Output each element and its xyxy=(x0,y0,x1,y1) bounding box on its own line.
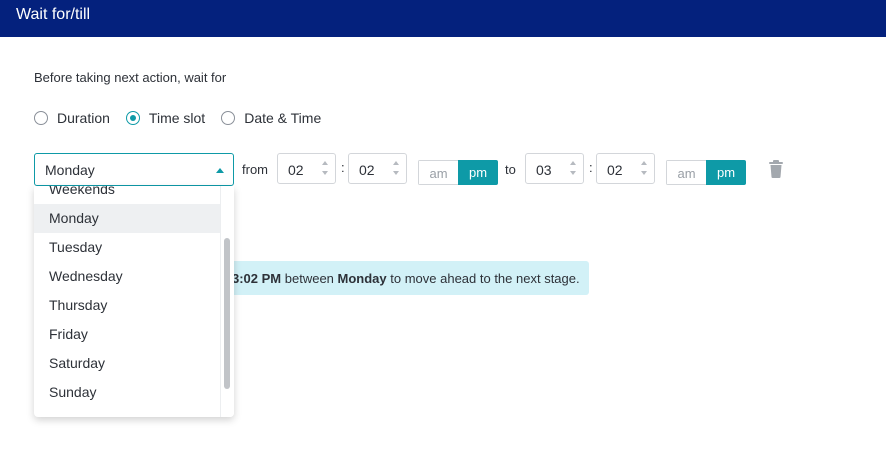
radio-duration[interactable]: Duration xyxy=(34,110,110,126)
dropdown-item-wednesday[interactable]: Wednesday xyxy=(34,262,220,291)
from-pm-option[interactable]: pm xyxy=(458,160,498,185)
from-ampm-toggle: am pm xyxy=(418,160,498,185)
day-select[interactable]: Monday xyxy=(34,153,234,186)
from-hour-value: 02 xyxy=(288,162,304,178)
info-banner: 3:02 PM between Monday to move ahead to … xyxy=(200,261,589,295)
from-label: from xyxy=(242,162,268,177)
trash-icon[interactable] xyxy=(768,160,784,178)
radio-circle xyxy=(34,111,48,125)
from-am-option[interactable]: am xyxy=(418,160,458,185)
dialog-title: Wait for/till xyxy=(16,6,91,23)
radio-label: Time slot xyxy=(148,110,206,126)
chevron-up-icon xyxy=(216,168,224,173)
info-time: 3:02 PM xyxy=(232,271,282,286)
to-pm-option[interactable]: pm xyxy=(706,160,746,185)
to-label: to xyxy=(505,162,516,177)
from-minute-value: 02 xyxy=(359,162,375,178)
time-colon: : xyxy=(589,160,593,175)
radio-date-time[interactable]: Date & Time xyxy=(221,110,321,126)
dialog-header: Wait for/till xyxy=(0,0,886,37)
to-minute-value: 02 xyxy=(607,162,623,178)
dropdown-item-saturday[interactable]: Saturday xyxy=(34,349,220,378)
info-suffix: to move ahead to the next stage. xyxy=(386,271,580,286)
dropdown-item-sunday[interactable]: Sunday xyxy=(34,378,220,407)
day-dropdown-menu: Weekends Monday Tuesday Wednesday Thursd… xyxy=(34,186,234,417)
stepper-arrows-icon[interactable] xyxy=(392,161,400,178)
to-hour-stepper[interactable]: 03 xyxy=(525,153,584,184)
day-select-value: Monday xyxy=(45,162,95,178)
radio-label: Date & Time xyxy=(244,110,322,126)
intro-text: Before taking next action, wait for xyxy=(34,70,227,85)
to-hour-value: 03 xyxy=(536,162,552,178)
radio-circle xyxy=(125,111,140,125)
stepper-arrows-icon[interactable] xyxy=(640,161,648,178)
dropdown-item-thursday[interactable]: Thursday xyxy=(34,291,220,320)
time-colon: : xyxy=(341,160,345,175)
from-minute-stepper[interactable]: 02 xyxy=(348,153,407,184)
wait-type-radio-group: Duration Time slot Date & Time xyxy=(34,110,337,126)
radio-time-slot[interactable]: Time slot xyxy=(125,110,206,126)
info-middle: between xyxy=(281,271,338,286)
dropdown-item-friday[interactable]: Friday xyxy=(34,320,220,349)
to-am-option[interactable]: am xyxy=(666,160,706,185)
radio-label: Duration xyxy=(57,110,110,126)
dropdown-item-monday[interactable]: Monday xyxy=(34,204,220,233)
info-text: 3:02 PM between Monday to move ahead to … xyxy=(232,271,580,286)
radio-circle xyxy=(221,111,236,125)
dropdown-item-weekends[interactable]: Weekends xyxy=(34,186,220,204)
to-minute-stepper[interactable]: 02 xyxy=(596,153,655,184)
from-hour-stepper[interactable]: 02 xyxy=(277,153,336,184)
stepper-arrows-icon[interactable] xyxy=(569,161,577,178)
dropdown-scrollbar-thumb[interactable] xyxy=(224,238,230,389)
to-ampm-toggle: am pm xyxy=(666,160,746,185)
stepper-arrows-icon[interactable] xyxy=(321,161,329,178)
info-day: Monday xyxy=(337,271,387,286)
dropdown-item-tuesday[interactable]: Tuesday xyxy=(34,233,220,262)
